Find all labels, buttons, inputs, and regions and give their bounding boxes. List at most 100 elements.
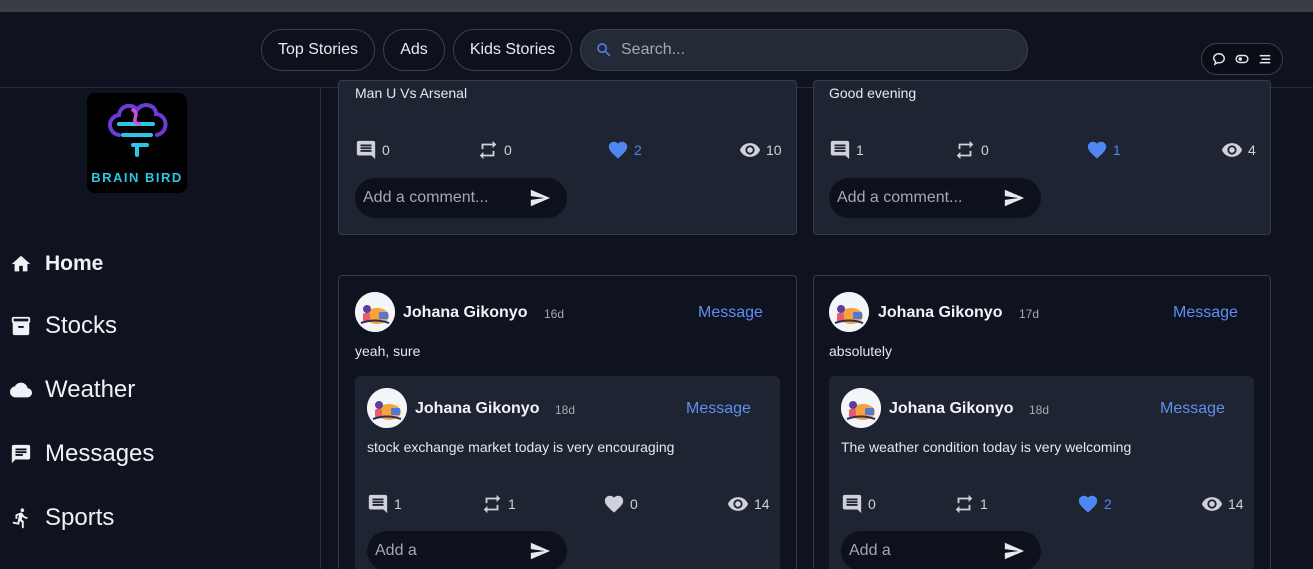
view-count: 4: [1221, 139, 1256, 161]
tab-kids-stories[interactable]: Kids Stories: [453, 29, 572, 71]
author-name[interactable]: Johana Gikonyo: [415, 400, 539, 418]
like-count[interactable]: 2: [1077, 493, 1112, 515]
heart-icon: [607, 139, 629, 161]
message-button[interactable]: Message: [698, 304, 763, 322]
author-name[interactable]: Johana Gikonyo: [403, 304, 527, 322]
post-card: Good evening 1 0 1 4: [813, 80, 1271, 235]
send-icon[interactable]: [1003, 187, 1025, 209]
home-icon: [11, 255, 31, 272]
brain-bird-logo[interactable]: BRAIN BIRD: [87, 93, 187, 193]
eye-icon: [1221, 139, 1243, 161]
search-icon: [597, 43, 611, 57]
heart-icon: [1077, 493, 1099, 515]
comment-input[interactable]: [849, 542, 1009, 560]
comment-count[interactable]: 1: [829, 139, 864, 161]
cloud-icon: [10, 382, 32, 398]
comment-count[interactable]: 0: [841, 493, 876, 515]
repost-card: Johana Gikonyo 16d Message yeah, sure Jo…: [338, 275, 797, 569]
comment-icon: [367, 493, 389, 515]
post-card: Man U Vs Arsenal 0 0 2 10: [338, 80, 797, 235]
repost-icon: [481, 493, 503, 515]
message-button[interactable]: Message: [686, 400, 751, 418]
view-count: 14: [727, 493, 770, 515]
repost-count[interactable]: 1: [481, 493, 516, 515]
tab-ads[interactable]: Ads: [383, 29, 445, 71]
tab-top-stories[interactable]: Top Stories: [261, 29, 375, 71]
comment-input[interactable]: [363, 189, 523, 207]
sidebar-item-sports[interactable]: Sports: [10, 498, 114, 538]
comment-icon: [829, 139, 851, 161]
comment-count[interactable]: 0: [355, 139, 390, 161]
browser-top-strip: [0, 0, 1313, 12]
comment-input-box: [355, 178, 567, 218]
message-icon: [11, 444, 31, 464]
avatar[interactable]: [829, 292, 869, 332]
heart-icon: [603, 493, 625, 515]
post-age: 17d: [1019, 307, 1040, 321]
chat-bubble-icon[interactable]: [1212, 52, 1226, 66]
sidebar-item-label: Home: [45, 252, 104, 275]
menu-icon[interactable]: [1258, 52, 1272, 66]
avatar[interactable]: [367, 388, 407, 428]
sidebar-item-stocks[interactable]: Stocks: [10, 306, 117, 346]
comment-input-box: [367, 531, 567, 569]
repost-icon: [953, 493, 975, 515]
repost-icon: [477, 139, 499, 161]
sidebar-item-weather[interactable]: Weather: [10, 370, 135, 410]
sidebar-item-label: Stocks: [45, 312, 118, 339]
eye-icon: [739, 139, 761, 161]
post-age: 16d: [544, 307, 565, 321]
view-count: 10: [739, 139, 782, 161]
running-icon: [12, 508, 28, 529]
top-navbar: Top Stories Ads Kids Stories: [0, 12, 1313, 88]
message-button[interactable]: Message: [1173, 304, 1238, 322]
brain-logo-icon: [108, 103, 168, 157]
eye-icon: [1201, 493, 1223, 515]
search-input[interactable]: [621, 41, 1001, 59]
repost-icon: [954, 139, 976, 161]
quoted-post: Johana Gikonyo 18d Message The weather c…: [829, 376, 1254, 569]
sidebar-item-label: Weather: [45, 376, 136, 403]
header-actions: [1201, 43, 1283, 75]
post-text: yeah, sure: [355, 343, 421, 359]
toggle-icon[interactable]: [1235, 52, 1249, 66]
like-count[interactable]: 1: [1086, 139, 1121, 161]
post-age: 18d: [1029, 403, 1050, 417]
send-icon[interactable]: [529, 187, 551, 209]
search-bar[interactable]: [580, 29, 1028, 71]
comment-input-box: [841, 531, 1041, 569]
sidebar: BRAIN BIRD Home Stocks Weather Messages …: [0, 88, 321, 569]
author-name[interactable]: Johana Gikonyo: [878, 304, 1002, 322]
sidebar-item-home[interactable]: Home: [10, 244, 103, 284]
avatar[interactable]: [355, 292, 395, 332]
quoted-post: Johana Gikonyo 18d Message stock exchang…: [355, 376, 780, 569]
comment-input[interactable]: [375, 542, 535, 560]
post-age: 18d: [555, 403, 576, 417]
comment-count[interactable]: 1: [367, 493, 402, 515]
like-count[interactable]: 0: [603, 493, 638, 515]
repost-count[interactable]: 0: [954, 139, 989, 161]
like-count[interactable]: 2: [607, 139, 642, 161]
repost-count[interactable]: 1: [953, 493, 988, 515]
message-button[interactable]: Message: [1160, 400, 1225, 418]
post-text: The weather condition today is very welc…: [841, 439, 1132, 455]
comment-input[interactable]: [837, 189, 997, 207]
avatar[interactable]: [841, 388, 881, 428]
author-name[interactable]: Johana Gikonyo: [889, 400, 1013, 418]
archive-icon: [11, 316, 31, 336]
heart-icon: [1086, 139, 1108, 161]
comment-input-box: [829, 178, 1041, 218]
sidebar-item-messages[interactable]: Messages: [10, 434, 154, 474]
post-text: stock exchange market today is very enco…: [367, 439, 675, 455]
post-text: Good evening: [829, 85, 917, 101]
send-icon[interactable]: [1003, 540, 1025, 562]
comment-icon: [841, 493, 863, 515]
sidebar-item-label: Sports: [45, 504, 115, 531]
repost-count[interactable]: 0: [477, 139, 512, 161]
send-icon[interactable]: [529, 540, 551, 562]
logo-text: BRAIN BIRD: [91, 170, 183, 185]
comment-icon: [355, 139, 377, 161]
view-count: 14: [1201, 493, 1244, 515]
eye-icon: [727, 493, 749, 515]
sidebar-item-label: Messages: [45, 440, 155, 467]
